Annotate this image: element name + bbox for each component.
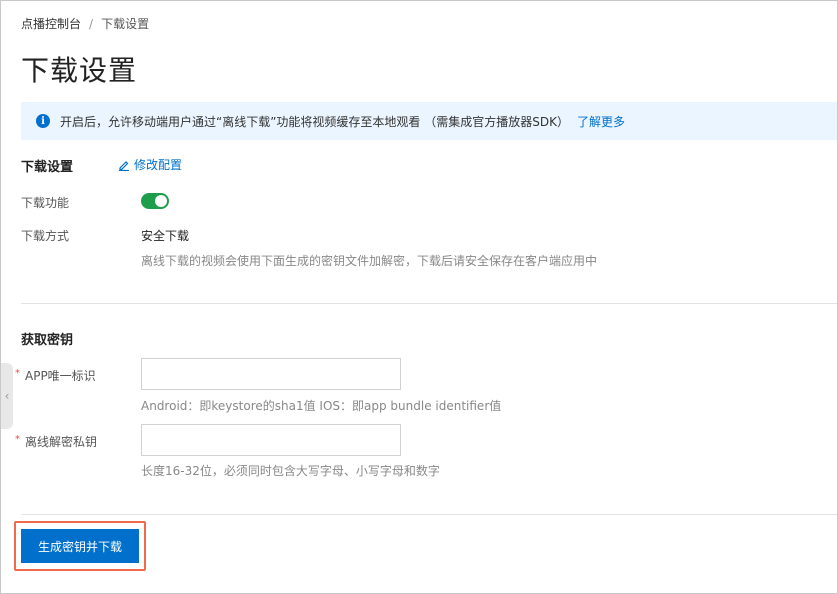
info-icon: i [36, 114, 50, 128]
private-key-label-text: 离线解密私钥 [25, 435, 98, 449]
page-title: 下载设置 [21, 54, 138, 87]
app-id-hint: Android：即keystore的sha1值 IOS：即app bundle … [141, 399, 502, 413]
breadcrumb-current: 下载设置 [101, 17, 150, 31]
download-mode-value: 安全下载 [141, 229, 190, 243]
download-mode-label: 下载方式 [21, 229, 70, 243]
download-mode-hint: 离线下载的视频会使用下面生成的密钥文件加解密，下载后请安全保存在客户端应用中 [141, 254, 598, 268]
key-section-title: 获取密钥 [21, 333, 74, 348]
breadcrumb-root[interactable]: 点播控制台 [21, 15, 81, 32]
collapse-handle[interactable]: ‹ [1, 363, 13, 429]
page-frame: 点播控制台 / 下载设置 下载设置 i 开启后，允许移动端用户通过“离线下载”功… [0, 0, 838, 594]
required-mark: * [15, 368, 20, 379]
learn-more-link[interactable]: 了解更多 [577, 113, 625, 130]
breadcrumb-separator: / [89, 16, 94, 31]
edit-config-label: 修改配置 [134, 158, 183, 172]
private-key-label: * 离线解密私钥 [15, 433, 97, 450]
generate-key-download-button[interactable]: 生成密钥并下载 [21, 529, 139, 563]
edit-config-button[interactable]: 修改配置 [118, 156, 182, 173]
app-id-input[interactable] [141, 358, 401, 390]
edit-icon [119, 160, 129, 171]
download-feature-toggle[interactable] [141, 193, 169, 209]
download-feature-label: 下载功能 [21, 196, 70, 210]
section-divider [21, 303, 837, 304]
toggle-knob [155, 195, 167, 207]
app-id-label-text: APP唯一标识 [25, 369, 96, 383]
info-banner: i 开启后，允许移动端用户通过“离线下载”功能将视频缓存至本地观看 （需集成官方… [21, 102, 837, 140]
required-mark: * [15, 434, 20, 445]
footer-divider [21, 514, 837, 515]
info-message: 开启后，允许移动端用户通过“离线下载”功能将视频缓存至本地观看 （需集成官方播放… [60, 114, 569, 129]
download-settings-title: 下载设置 [21, 160, 74, 175]
chevron-left-icon: ‹ [4, 389, 10, 403]
private-key-input[interactable] [141, 424, 401, 456]
breadcrumb: 点播控制台 / 下载设置 [21, 15, 149, 32]
app-id-label: * APP唯一标识 [15, 367, 96, 384]
private-key-hint: 长度16-32位，必须同时包含大写字母、小写字母和数字 [141, 464, 440, 478]
